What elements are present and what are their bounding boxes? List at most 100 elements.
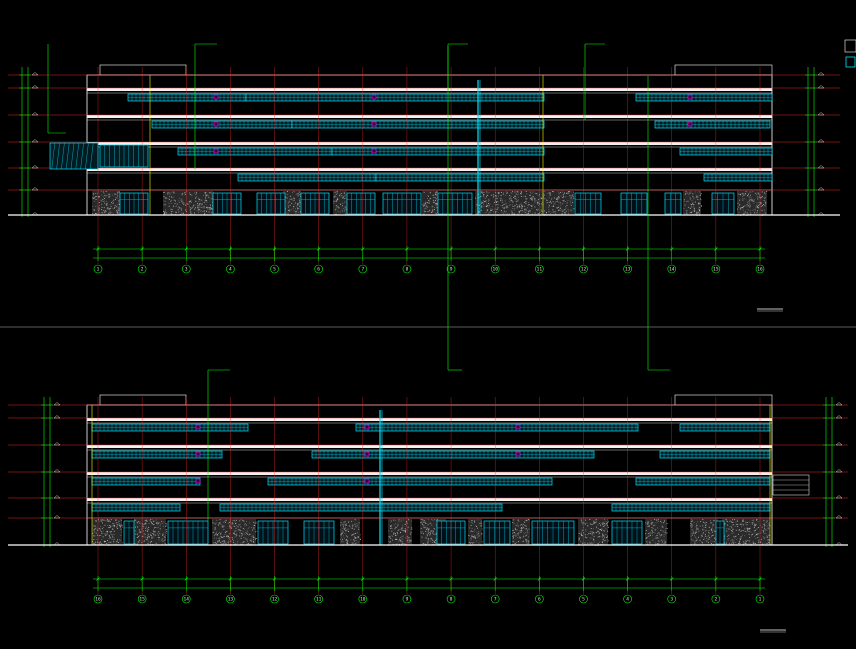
stone-speck	[479, 522, 481, 524]
stone-speck	[536, 209, 537, 211]
stone-speck	[509, 195, 511, 196]
stone-speck	[688, 200, 690, 202]
stone-speck	[492, 194, 494, 196]
stone-speck	[607, 527, 609, 528]
stone-speck	[603, 530, 605, 531]
stone-speck	[701, 206, 702, 207]
stone-speck	[480, 207, 482, 209]
stone-speck	[742, 196, 743, 197]
stone-speck	[694, 208, 695, 210]
stone-speck	[110, 533, 112, 535]
stone-speck	[587, 542, 589, 544]
stone-speck	[763, 524, 765, 526]
stone-speck	[136, 537, 138, 538]
stone-speck	[562, 197, 564, 198]
stone-speck	[342, 528, 344, 529]
stone-speck	[344, 526, 346, 528]
stone-speck	[218, 522, 220, 524]
cad-drawing-canvas: 1 2 3 4 5 6 7 8 9 10 11 12 13 14 15 1616 15 14 13 12 11 10 9 8 7…	[0, 0, 856, 649]
stone-speck	[704, 533, 706, 535]
stone-speck	[509, 198, 511, 200]
stone-speck	[243, 536, 244, 538]
stone-speck	[108, 538, 110, 539]
stone-speck	[750, 199, 752, 201]
stone-speck	[433, 530, 434, 532]
stone-speck	[711, 530, 713, 532]
stone-speck	[497, 195, 499, 197]
stone-speck	[295, 202, 296, 203]
stone-speck	[664, 541, 665, 543]
stone-speck	[691, 205, 692, 207]
stone-speck	[593, 520, 595, 522]
stone-speck	[116, 522, 118, 523]
stone-speck	[510, 200, 512, 202]
stone-speck	[556, 200, 558, 202]
stone-speck	[397, 543, 399, 545]
stone-speck	[515, 536, 517, 538]
stone-speck	[430, 537, 432, 539]
stone-speck	[573, 208, 575, 210]
stone-speck	[486, 205, 488, 206]
stone-speck	[348, 525, 350, 527]
stone-speck	[354, 533, 356, 535]
stone-speck	[522, 541, 524, 543]
stone-speck	[223, 540, 225, 541]
stone-speck	[512, 200, 514, 202]
stone-speck	[172, 196, 174, 198]
stone-speck	[164, 536, 166, 538]
stone-speck	[239, 523, 241, 525]
stone-speck	[593, 538, 594, 540]
stone-speck	[605, 534, 607, 535]
stone-speck	[433, 541, 435, 543]
stone-speck	[100, 525, 102, 527]
stone-speck	[489, 203, 491, 205]
stone-speck	[755, 529, 756, 531]
stone-speck	[104, 540, 106, 542]
stone-speck	[400, 532, 401, 533]
stone-speck	[170, 209, 171, 211]
stone-speck	[474, 528, 476, 530]
stone-speck	[695, 526, 697, 528]
stone-speck	[293, 206, 294, 208]
stone-speck	[597, 530, 599, 532]
stone-speck	[754, 212, 755, 213]
stone-speck	[660, 529, 662, 531]
stone-speck	[402, 528, 404, 530]
stone-speck	[662, 530, 664, 532]
stone-speck	[754, 524, 756, 525]
stone-speck	[521, 529, 522, 531]
stone-speck	[761, 191, 763, 193]
stone-speck	[220, 533, 221, 535]
stone-speck	[664, 520, 665, 522]
stone-speck	[698, 210, 700, 212]
stone-speck	[548, 192, 550, 194]
stone-speck	[663, 522, 664, 524]
stone-speck	[201, 203, 203, 205]
stone-speck	[477, 536, 479, 538]
stone-speck	[708, 535, 710, 537]
stone-speck	[388, 536, 390, 538]
stone-speck	[526, 533, 528, 535]
stone-speck	[568, 192, 570, 194]
stone-speck	[142, 530, 144, 532]
stone-speck	[103, 210, 105, 211]
stone-speck	[516, 203, 518, 205]
stone-speck	[170, 202, 172, 204]
stone-speck	[344, 201, 346, 203]
stone-speck	[394, 528, 396, 530]
stone-speck	[655, 542, 656, 544]
stone-speck	[497, 193, 499, 195]
stone-speck	[693, 211, 695, 212]
stone-speck	[690, 533, 692, 534]
stone-speck	[604, 537, 605, 539]
grid-label: 4	[229, 267, 232, 273]
stone-speck	[220, 523, 222, 525]
stone-speck	[742, 534, 743, 536]
stone-speck	[605, 521, 607, 523]
stone-speck	[472, 543, 473, 545]
stone-speck	[691, 527, 693, 529]
stone-speck	[500, 195, 502, 197]
stone-speck	[763, 209, 765, 211]
stone-speck	[551, 198, 552, 200]
stone-speck	[346, 542, 348, 544]
